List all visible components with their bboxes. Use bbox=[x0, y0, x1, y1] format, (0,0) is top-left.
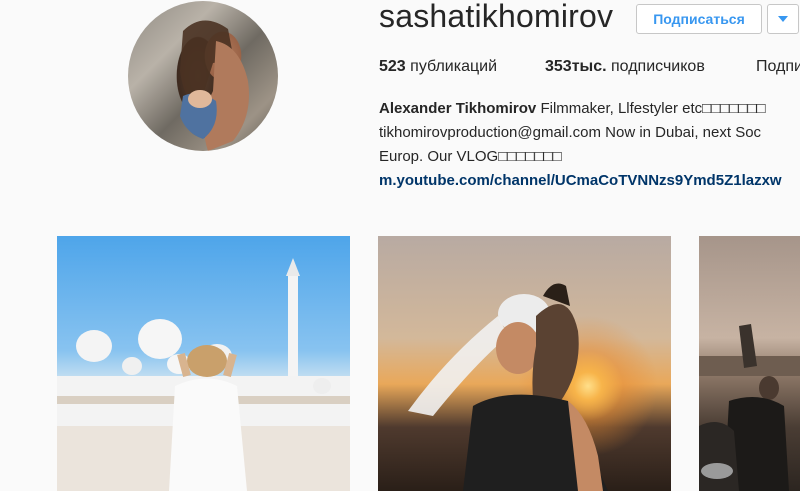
followers-count: 353тыс. bbox=[545, 58, 607, 75]
post-thumbnail-1[interactable] bbox=[57, 236, 350, 491]
caret-down-icon bbox=[778, 16, 788, 22]
bio-full-name: Alexander Tikhomirov bbox=[379, 100, 537, 117]
following-stat[interactable]: Подпи bbox=[756, 58, 800, 76]
more-options-button[interactable] bbox=[767, 4, 799, 34]
followers-label: подписчиков bbox=[611, 58, 705, 75]
post-thumbnail-2[interactable] bbox=[378, 236, 671, 491]
profile-bio: Alexander Tikhomirov Filmmaker, Llfestyl… bbox=[379, 97, 800, 193]
bio-line-3: Europ. Our VLOG□□□□□□□ bbox=[379, 148, 562, 165]
bio-text-1: Filmmaker, Llfestyler etc□□□□□□□ bbox=[540, 100, 766, 117]
mosque-photo bbox=[57, 258, 350, 491]
profile-avatar[interactable] bbox=[128, 1, 278, 151]
avatar-photo bbox=[180, 20, 249, 151]
bio-external-link[interactable]: m.youtube.com/channel/UCmaCoTVNNzs9Ymd5Z… bbox=[379, 172, 782, 189]
desert-crew-photo bbox=[699, 324, 800, 491]
posts-label: публикаций bbox=[410, 58, 498, 75]
falcon-photo bbox=[408, 283, 608, 491]
following-label: Подпи bbox=[756, 58, 800, 75]
bio-line-1: Alexander Tikhomirov Filmmaker, Llfestyl… bbox=[379, 97, 800, 121]
profile-username: sashatikhomirov bbox=[379, 0, 614, 34]
posts-count: 523 bbox=[379, 58, 406, 75]
followers-stat[interactable]: 353тыс. подписчиков bbox=[545, 58, 705, 76]
posts-count-stat: 523 публикаций bbox=[379, 58, 497, 76]
follow-button[interactable]: Подписаться bbox=[636, 4, 762, 34]
post-thumbnail-3[interactable] bbox=[699, 236, 800, 491]
bio-line-2: tikhomirovproduction@gmail.com Now in Du… bbox=[379, 124, 762, 141]
